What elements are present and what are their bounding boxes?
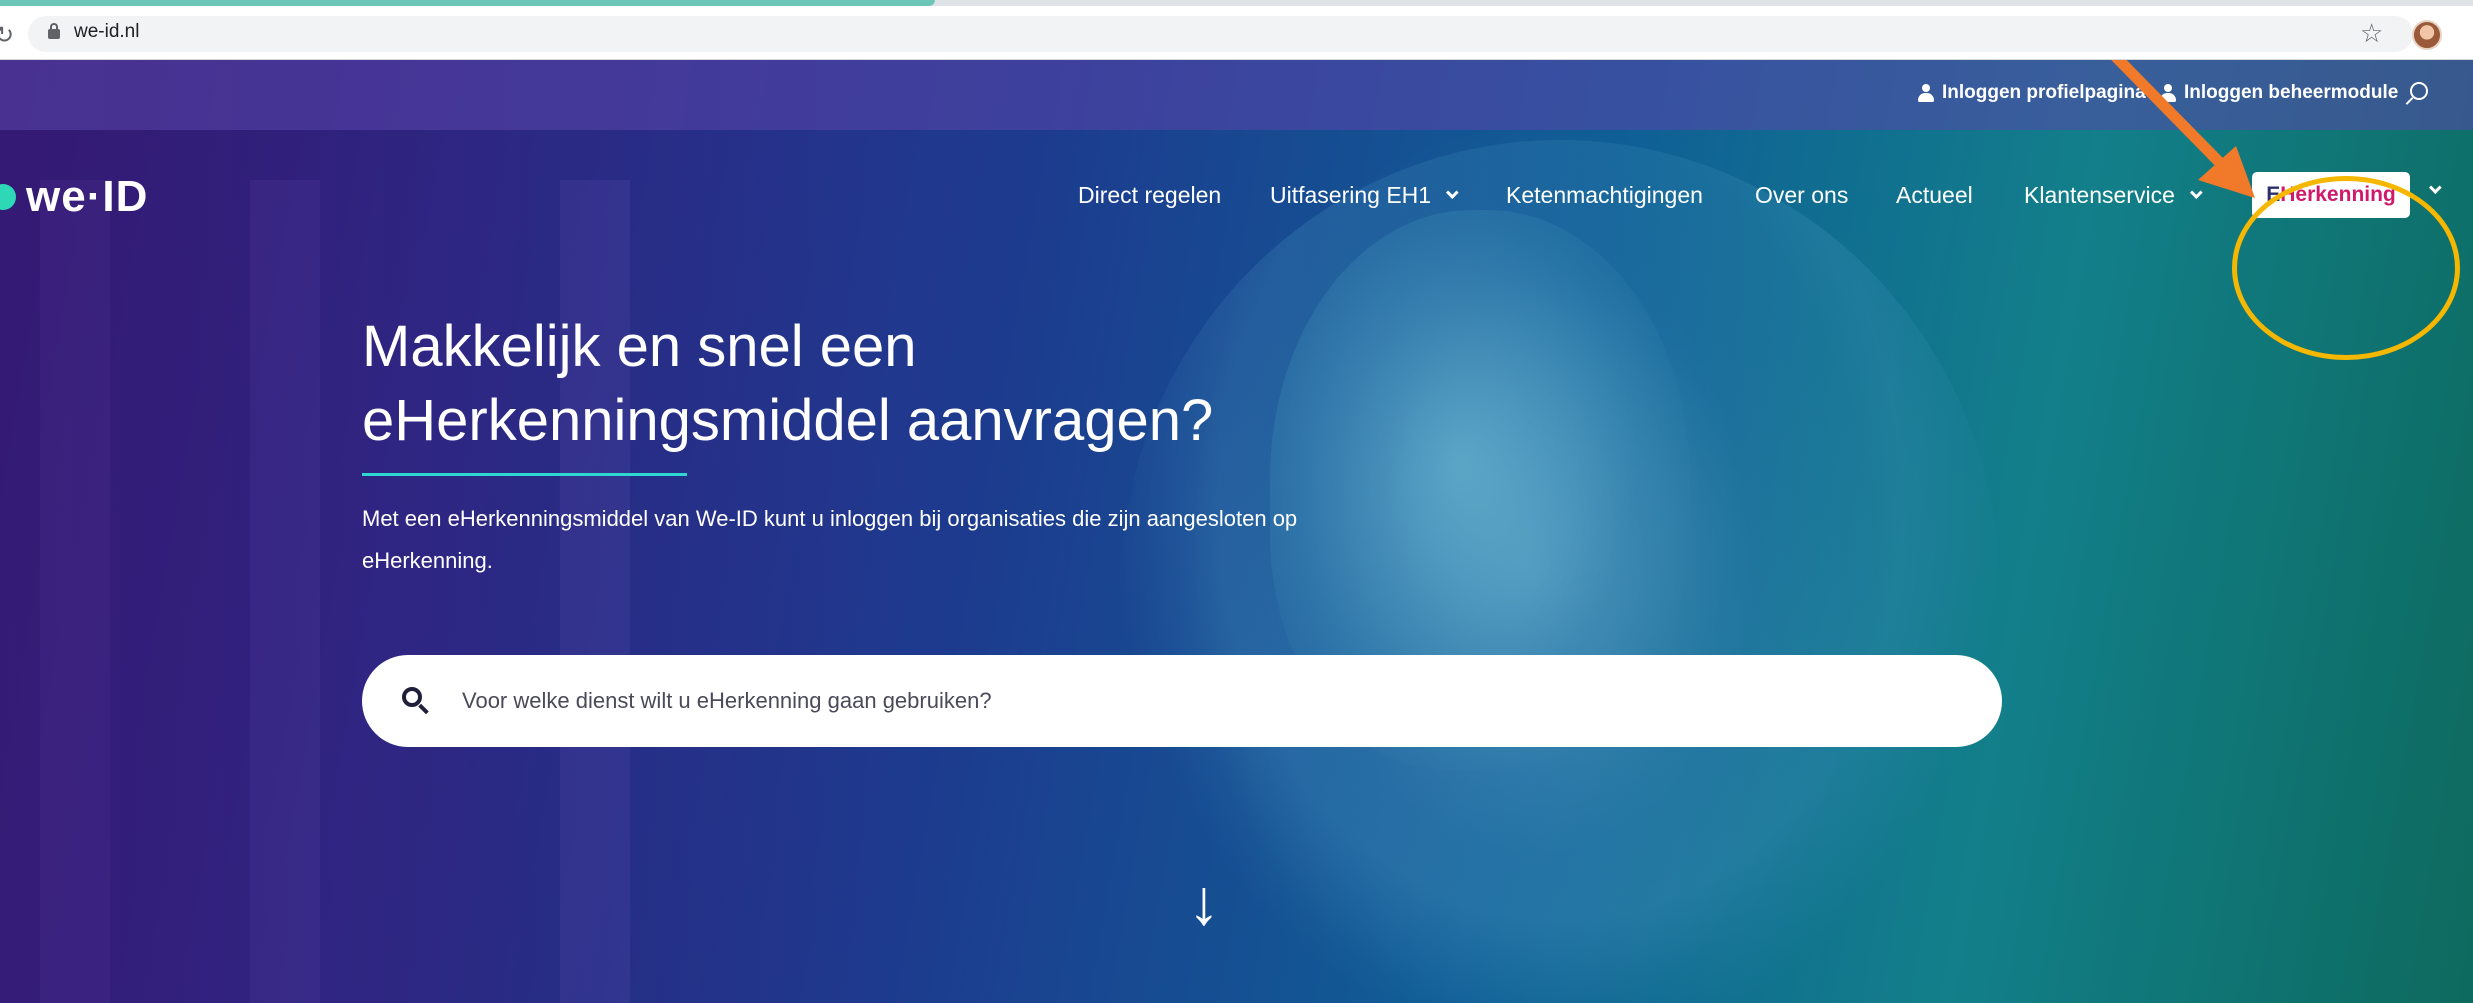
hero-section: Inloggen profielpagina Inloggen beheermo… [0,60,2473,1003]
reload-icon[interactable]: ↻ [0,21,14,50]
search-icon[interactable] [402,687,432,717]
headline-line-2: eHerkenningsmiddel aanvragen? [362,388,1214,453]
lock-icon[interactable] [48,23,60,39]
nav-item-label: Uitfasering EH1 [1270,182,1432,208]
scroll-down-arrow-icon[interactable]: ↓ [1188,870,1220,934]
nav-item-label: Ketenmachtigingen [1506,182,1703,208]
address-bar[interactable] [28,16,2413,52]
chevron-down-icon [1446,186,1459,200]
service-search-bar[interactable] [362,655,2002,747]
url-text[interactable]: we-id.nl [74,21,139,43]
nav-item-label: Direct regelen [1078,182,1222,208]
hero-headline: Makkelijk en snel een eHerkenningsmiddel… [362,310,1362,458]
nav-item-ketenmachtigingen[interactable]: Ketenmachtigingen [1506,182,1703,209]
annotation-arrow [2111,60,2255,198]
service-search-input[interactable] [462,681,1942,721]
nav-item-over-ons[interactable]: Over ons [1755,182,1848,209]
nav-item-label: Actueel [1896,182,1973,208]
nav-item-uitfasering-eh1[interactable]: Uitfasering EH1 [1270,182,1459,209]
nav-item-direct-regelen[interactable]: Direct regelen [1078,182,1221,209]
nav-item-actueel[interactable]: Actueel [1896,182,1973,209]
search-icon[interactable] [2404,82,2430,108]
star-icon[interactable]: ☆ [2360,18,2383,49]
browser-toolbar: ↻ we-id.nl ☆ [0,6,2473,60]
hero-intro-text: Met een eHerkenningsmiddel van We-ID kun… [362,506,1298,573]
avatar[interactable] [2412,20,2442,50]
headline-line-1: Makkelijk en snel een [362,314,917,379]
headline-accent-rule [362,473,687,476]
user-icon [1918,84,1934,102]
nav-item-label: Over ons [1755,182,1849,208]
